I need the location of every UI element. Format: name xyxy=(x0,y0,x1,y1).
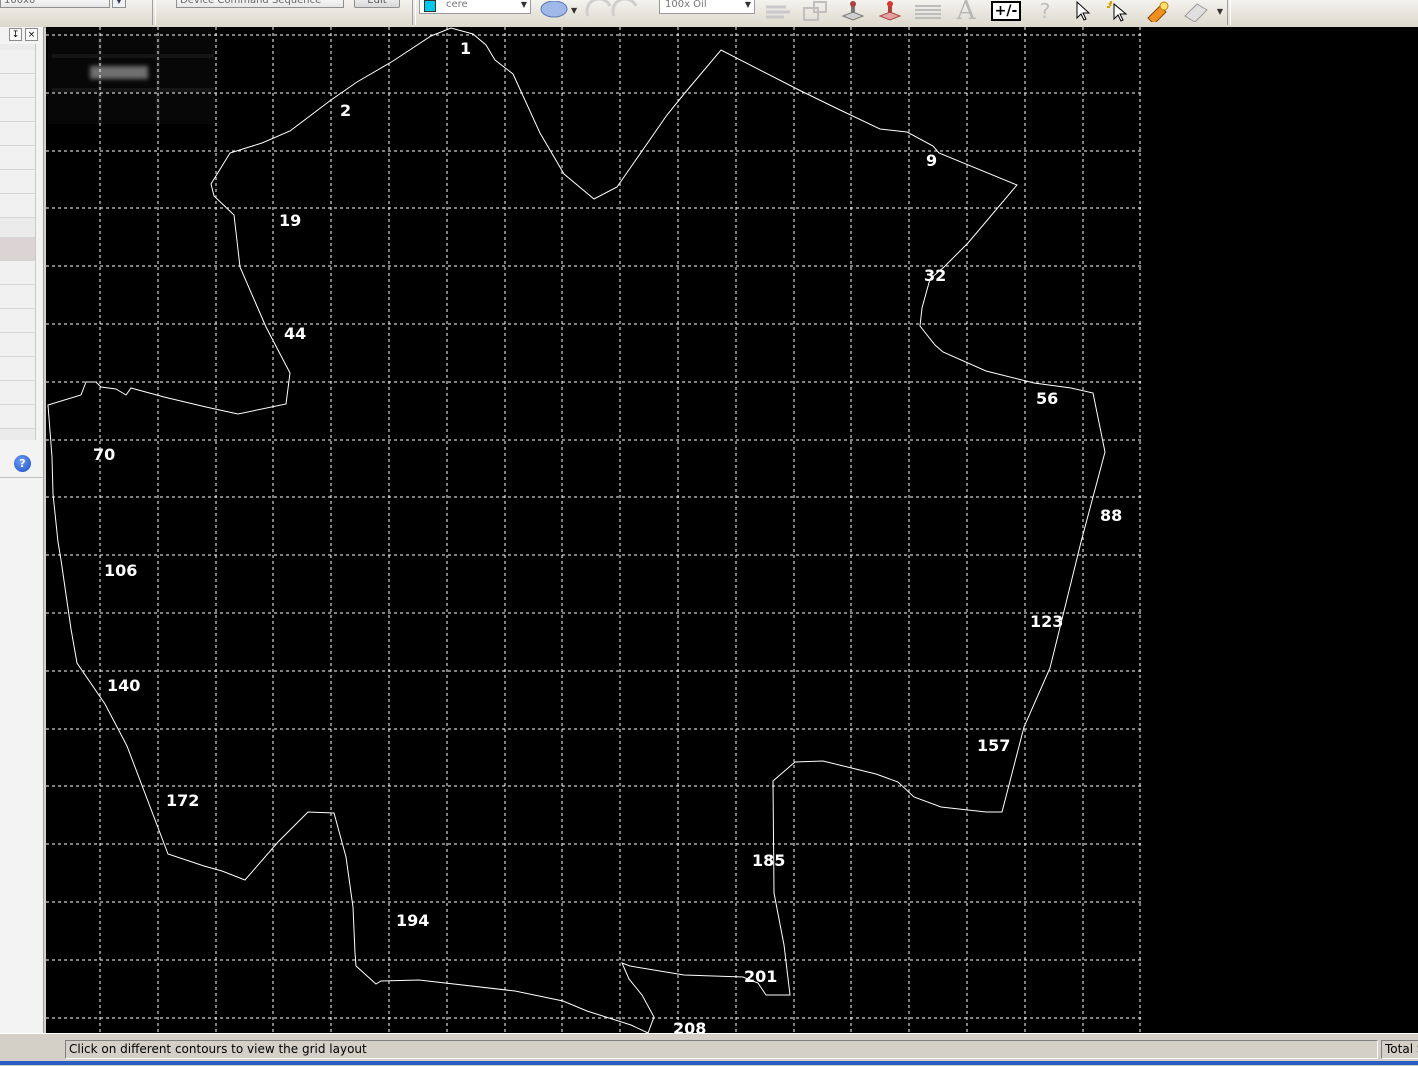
grid-site-label[interactable]: 185 xyxy=(752,853,785,869)
stage-marker-icon[interactable] xyxy=(872,0,908,22)
plus-minus-label: +/- xyxy=(990,1,1022,21)
list-item[interactable] xyxy=(0,381,35,405)
grid-site-label[interactable]: 1 xyxy=(460,41,471,57)
flashlight-icon[interactable] xyxy=(1140,0,1174,22)
help-icon[interactable]: ? xyxy=(14,455,31,472)
grid-site-label[interactable]: 88 xyxy=(1100,508,1122,524)
list-item[interactable] xyxy=(0,261,35,285)
grid-site-label[interactable]: 201 xyxy=(744,969,777,985)
grid-overlay xyxy=(46,27,1142,1033)
edit-sequence-button[interactable]: Edit xyxy=(354,0,400,8)
toolbar-separator xyxy=(152,0,156,25)
magic-select-icon[interactable] xyxy=(1102,0,1136,22)
list-item[interactable] xyxy=(0,194,35,218)
grid-site-label[interactable]: 157 xyxy=(977,738,1010,754)
list-item[interactable] xyxy=(0,309,35,333)
grid-site-label[interactable]: 56 xyxy=(1036,391,1058,407)
contour-combo-value: cere xyxy=(446,0,468,10)
close-icon[interactable]: × xyxy=(25,28,38,41)
panel-list xyxy=(0,44,36,440)
contour-shape-icon[interactable]: ▼ xyxy=(536,0,580,22)
contour-outline[interactable] xyxy=(47,27,1106,1033)
objective-combo-value: 100x Oil xyxy=(665,0,707,10)
grid-site-label[interactable]: 172 xyxy=(166,793,199,809)
image-viewer[interactable]: 1 2 9 19 32 44 56 70 88 106 123 140 157 172 185 194 201 2… xyxy=(46,27,1418,1033)
text-icon[interactable]: A xyxy=(948,0,984,26)
list-item[interactable] xyxy=(0,50,35,74)
list-item[interactable] xyxy=(0,170,35,194)
grid-site-label[interactable]: 208 xyxy=(673,1021,706,1034)
main-toolbar: 100x0 ▼ Device Command Sequence Edit cer… xyxy=(0,0,1418,28)
grid-site-label[interactable]: 32 xyxy=(924,268,946,284)
device-sequence-field[interactable]: Device Command Sequence xyxy=(176,0,344,8)
zoom-combo[interactable]: 100x0 xyxy=(0,0,110,8)
eraser-icon[interactable] xyxy=(1178,0,1214,22)
list-item[interactable] xyxy=(0,357,35,381)
objective-combo[interactable]: 100x Oil ▼ xyxy=(659,0,755,14)
list-item[interactable] xyxy=(0,74,35,98)
select-arrow-icon[interactable] xyxy=(1068,0,1098,22)
list-item-selected[interactable] xyxy=(0,237,35,261)
grid-site-label[interactable]: 19 xyxy=(279,213,301,229)
stage-icon[interactable] xyxy=(836,0,870,22)
grid-site-label[interactable]: 44 xyxy=(284,326,306,342)
lasso-icon[interactable] xyxy=(760,0,796,22)
grid-site-label[interactable]: 106 xyxy=(104,563,137,579)
grid-site-label[interactable]: 9 xyxy=(926,153,937,169)
rotate-icon[interactable] xyxy=(584,0,640,22)
list-item[interactable] xyxy=(0,285,35,309)
list-item[interactable] xyxy=(0,122,35,146)
panel-divider xyxy=(0,477,43,478)
list-item[interactable] xyxy=(0,405,35,429)
chevron-down-icon: ▼ xyxy=(744,0,751,9)
pin-icon[interactable]: ↧ xyxy=(9,28,22,41)
stack-icon[interactable] xyxy=(910,0,946,22)
status-total: Total S xyxy=(1381,1040,1418,1059)
query-icon[interactable]: ? xyxy=(1028,0,1062,23)
contour-color-swatch xyxy=(424,0,436,12)
toolbar-separator xyxy=(412,0,416,25)
contour-combo[interactable]: cere ▼ xyxy=(419,0,531,14)
list-item[interactable] xyxy=(0,146,35,170)
toolbar-separator xyxy=(1227,0,1231,25)
status-message: Click on different contours to view the … xyxy=(65,1040,1378,1059)
taskbar-strip xyxy=(0,1061,1418,1065)
toolbar-overflow-icon[interactable]: ▼ xyxy=(1214,0,1226,22)
list-item[interactable] xyxy=(0,98,35,122)
chevron-down-icon: ▼ xyxy=(520,0,527,9)
grid-site-label[interactable]: 123 xyxy=(1030,614,1063,630)
grid-site-label[interactable]: 70 xyxy=(93,447,115,463)
svg-text:▼: ▼ xyxy=(571,6,578,15)
plus-minus-icon[interactable]: +/- xyxy=(990,0,1022,22)
left-panel: ↧ × ? xyxy=(0,27,44,1033)
grid-site-label[interactable]: 2 xyxy=(340,103,351,119)
sampling-grid xyxy=(46,27,1142,1033)
grid-site-label[interactable]: 194 xyxy=(396,913,429,929)
region-icon[interactable] xyxy=(798,0,832,22)
grid-site-label[interactable]: 140 xyxy=(107,678,140,694)
zoom-combo-dropdown-icon[interactable]: ▼ xyxy=(112,0,126,8)
list-item[interactable] xyxy=(0,333,35,357)
